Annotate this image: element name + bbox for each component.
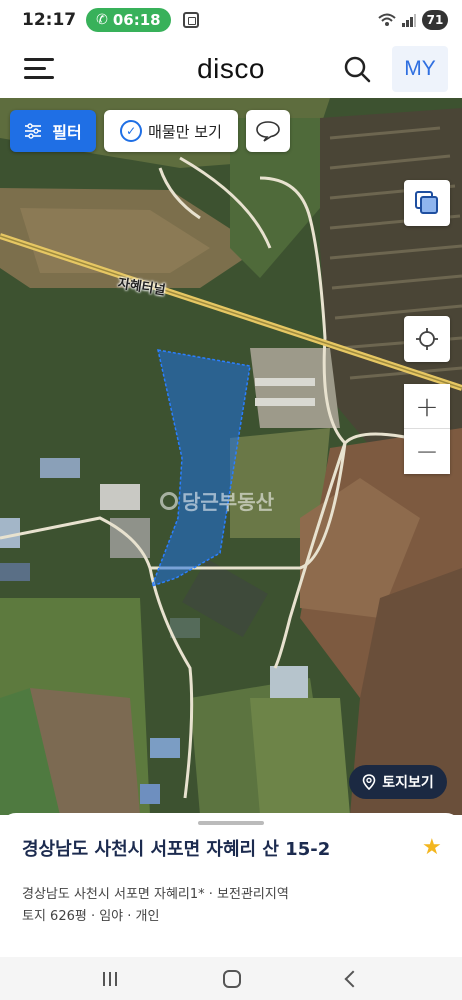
ongoing-call-pill[interactable]: ✆ 06:18 <box>86 8 171 32</box>
land-view-label: 토지보기 <box>382 775 434 791</box>
property-bottom-sheet[interactable]: 경상남도 사천시 서포면 자혜리 산 15-2 ★ 경상남도 사천시 서포면 자… <box>0 813 462 957</box>
back-button[interactable] <box>344 970 362 987</box>
recents-button[interactable] <box>103 971 117 986</box>
watermark: 당근부동산 <box>160 486 274 515</box>
wifi-icon <box>378 13 396 26</box>
zoom-controls: + − <box>404 384 450 474</box>
battery-indicator: 71 <box>422 10 448 30</box>
app-header: disco MY <box>0 40 462 98</box>
listing-only-label: 매물만 보기 <box>148 122 222 141</box>
chat-bubble-icon <box>256 121 280 142</box>
sheet-drag-handle[interactable] <box>198 821 264 825</box>
property-sub-address: 경상남도 사천시 서포면 자혜리1* · 보전관리지역 <box>22 887 289 902</box>
home-button[interactable] <box>223 969 241 988</box>
watermark-text: 당근부동산 <box>182 490 274 514</box>
screen-cast-icon <box>182 12 199 28</box>
layers-icon <box>415 191 438 214</box>
land-view-button[interactable]: 토지보기 <box>349 765 447 799</box>
filter-label: 필터 <box>52 123 82 142</box>
status-time: 12:17 <box>22 10 77 30</box>
phone-icon: ✆ <box>96 12 108 28</box>
call-timer: 06:18 <box>112 11 161 29</box>
search-icon[interactable] <box>342 54 372 84</box>
satellite-map[interactable]: 자혜터널 당근부동산 필터 ✓ 매물만 보기 + − 토지보기 <box>0 98 462 815</box>
layers-button[interactable] <box>404 180 450 226</box>
filter-icon <box>25 123 42 139</box>
system-nav-bar <box>0 957 462 1000</box>
map-imagery <box>0 98 462 815</box>
watermark-logo-icon <box>160 491 178 510</box>
zoom-in-button[interactable]: + <box>404 384 450 429</box>
chat-button[interactable] <box>246 110 290 152</box>
listing-only-toggle[interactable]: ✓ 매물만 보기 <box>104 110 238 152</box>
location-pin-icon <box>362 774 376 790</box>
locate-me-button[interactable] <box>404 316 450 362</box>
property-address: 경상남도 사천시 서포면 자혜리 산 15-2 <box>22 839 331 860</box>
property-details: 토지 626평 · 임야 · 개인 <box>22 909 160 924</box>
check-icon: ✓ <box>120 120 143 142</box>
signal-icon <box>402 14 416 27</box>
star-icon[interactable]: ★ <box>422 835 442 860</box>
filter-button[interactable]: 필터 <box>10 110 96 152</box>
my-page-button[interactable]: MY <box>392 46 448 92</box>
zoom-out-button[interactable]: − <box>404 429 450 474</box>
locate-icon <box>416 328 438 350</box>
status-bar: 12:17 ✆ 06:18 71 <box>0 0 462 40</box>
